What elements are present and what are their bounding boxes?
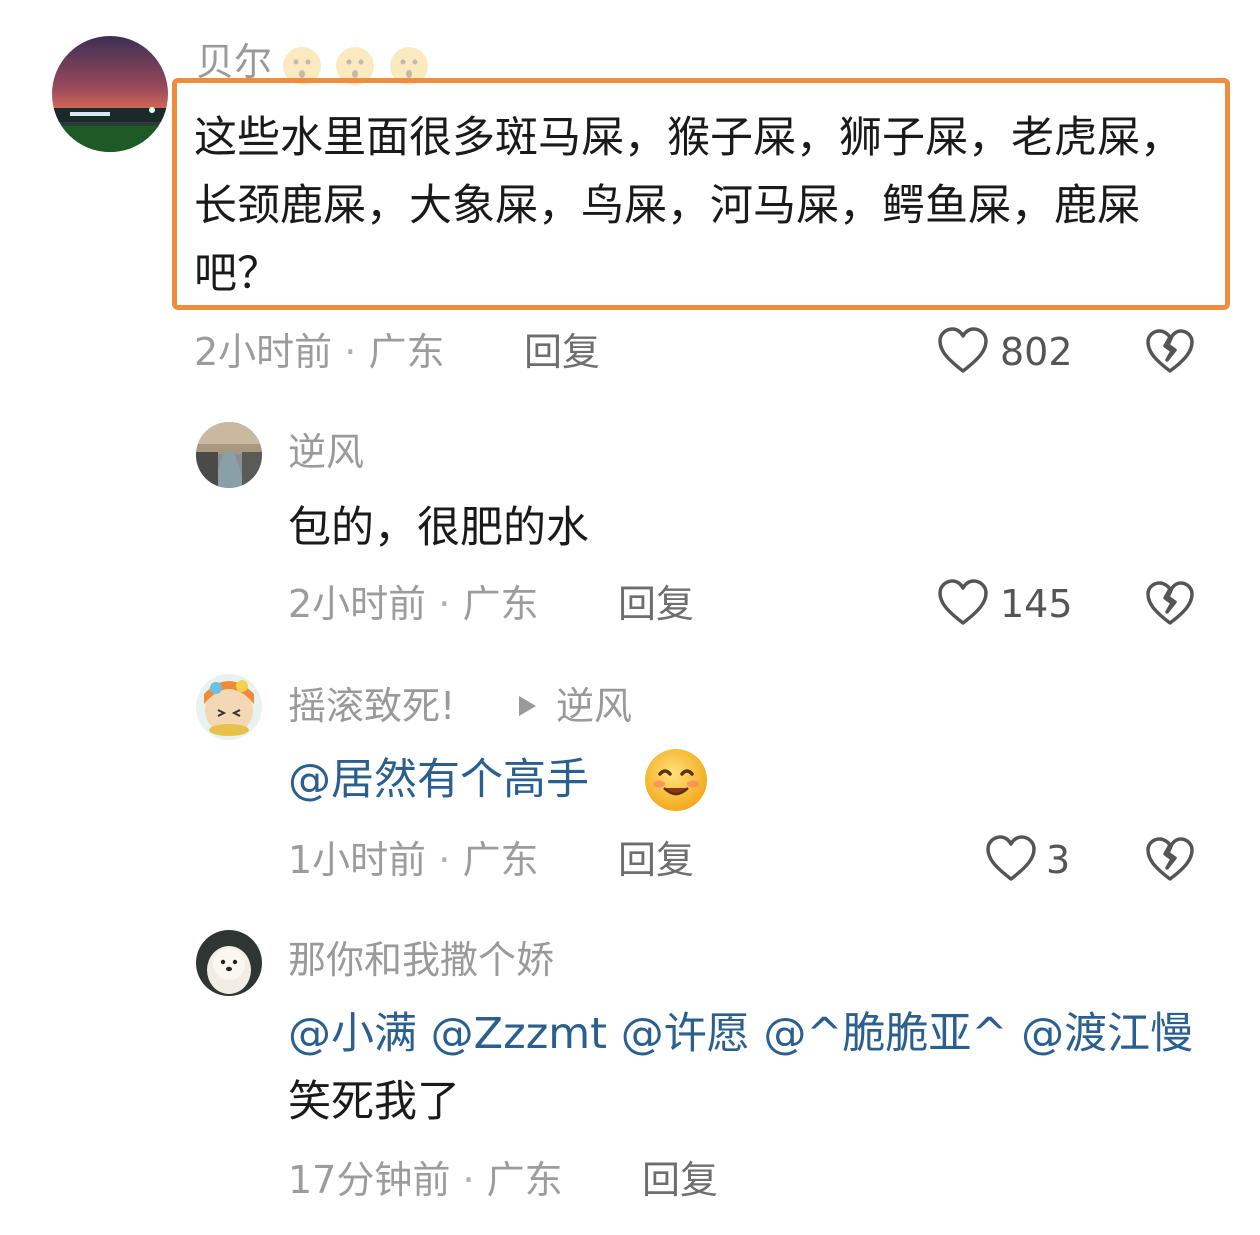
location: 广东 (462, 838, 539, 882)
mention-link[interactable]: @许愿 (621, 1009, 750, 1059)
timestamp: 2小时前 (288, 582, 427, 626)
reply-button[interactable]: 回复 (618, 582, 694, 626)
heart-icon (938, 579, 988, 625)
like-count-value: 802 (1000, 330, 1073, 374)
comment-meta: 2小时前 · 广东 (194, 330, 444, 374)
dislike-button[interactable] (1144, 834, 1196, 890)
comment-text: @居然有个高手 (288, 746, 589, 814)
like-count-value: 3 (1046, 838, 1071, 882)
comment-text: @小满 @Zzzmt @许愿 @^脆脆亚^ @渡江慢 笑死我了 (288, 1000, 1218, 1136)
reply-label: 回复 (642, 1158, 719, 1202)
comment-body: 包的，很肥的水 (288, 503, 589, 553)
separator: · (462, 1158, 475, 1202)
reply-button[interactable]: 回复 (618, 838, 694, 882)
reply-label: 回复 (618, 838, 695, 882)
mention-link[interactable]: @渡江慢 (1021, 1009, 1193, 1059)
separator: · (438, 582, 451, 626)
author-name[interactable]: 那你和我撒个娇 (288, 938, 554, 982)
like-count-value: 145 (1000, 582, 1073, 626)
timestamp: 2小时前 (194, 330, 333, 374)
comment-author[interactable]: 逆风 (288, 430, 364, 474)
comment-author[interactable]: 摇滚致死! (288, 684, 455, 728)
avatar[interactable] (196, 674, 262, 740)
avatar[interactable] (196, 422, 262, 488)
broken-heart-icon (1146, 329, 1194, 373)
comment-meta: 1小时前 · 广东 (288, 838, 538, 882)
like-button[interactable] (936, 324, 990, 382)
broken-heart-icon (1146, 581, 1194, 625)
avatar[interactable] (52, 36, 168, 152)
smile-emoji (642, 746, 710, 818)
mention-link[interactable]: @小满 (288, 1009, 417, 1059)
comment-meta: 2小时前 · 广东 (288, 582, 538, 626)
like-button[interactable] (936, 576, 990, 634)
comment-body: 笑死我了 (288, 1077, 460, 1127)
reply-label: 回复 (618, 582, 695, 626)
triangle-right-icon (516, 694, 538, 722)
comment-body: 这些水里面很多斑马屎，猴子屎，狮子屎，老虎屎，长颈鹿屎，大象屎，鸟屎，河马屎，鳄… (194, 113, 1183, 299)
mention-link[interactable]: @居然有个高手 (288, 755, 589, 805)
comment-meta: 17分钟前 · 广东 (288, 1158, 563, 1202)
reply-button[interactable]: 回复 (524, 330, 600, 374)
location: 广东 (486, 1158, 563, 1202)
broken-heart-icon (1146, 837, 1194, 881)
like-count: 145 (1000, 582, 1073, 626)
heart-icon (986, 835, 1036, 881)
separator: · (344, 330, 357, 374)
like-count: 3 (1046, 838, 1070, 882)
comment-text: 包的，很肥的水 (288, 494, 589, 562)
author-name[interactable]: 摇滚致死! (288, 684, 455, 728)
avatar[interactable] (196, 930, 262, 996)
reply-button[interactable]: 回复 (642, 1158, 718, 1202)
reply-to-name[interactable]: 逆风 (556, 684, 632, 728)
mention-link[interactable]: @^脆脆亚^ (763, 1009, 1007, 1059)
like-count: 802 (1000, 330, 1073, 374)
author-name[interactable]: 逆风 (288, 430, 364, 474)
reply-label: 回复 (524, 330, 601, 374)
location: 广东 (368, 330, 445, 374)
comment-text: 这些水里面很多斑马屎，猴子屎，狮子屎，老虎屎，长颈鹿屎，大象屎，鸟屎，河马屎，鳄… (194, 104, 1210, 308)
location: 广东 (462, 582, 539, 626)
like-button[interactable] (984, 832, 1038, 890)
timestamp: 1小时前 (288, 838, 427, 882)
comment-author[interactable]: 那你和我撒个娇 (288, 938, 554, 982)
reply-to-user[interactable]: 逆风 (556, 684, 632, 728)
separator: · (438, 838, 451, 882)
dislike-button[interactable] (1144, 326, 1196, 382)
heart-icon (938, 327, 988, 373)
dislike-button[interactable] (1144, 578, 1196, 634)
mention-link[interactable]: @Zzzmt (431, 1009, 607, 1059)
timestamp: 17分钟前 (288, 1158, 451, 1202)
